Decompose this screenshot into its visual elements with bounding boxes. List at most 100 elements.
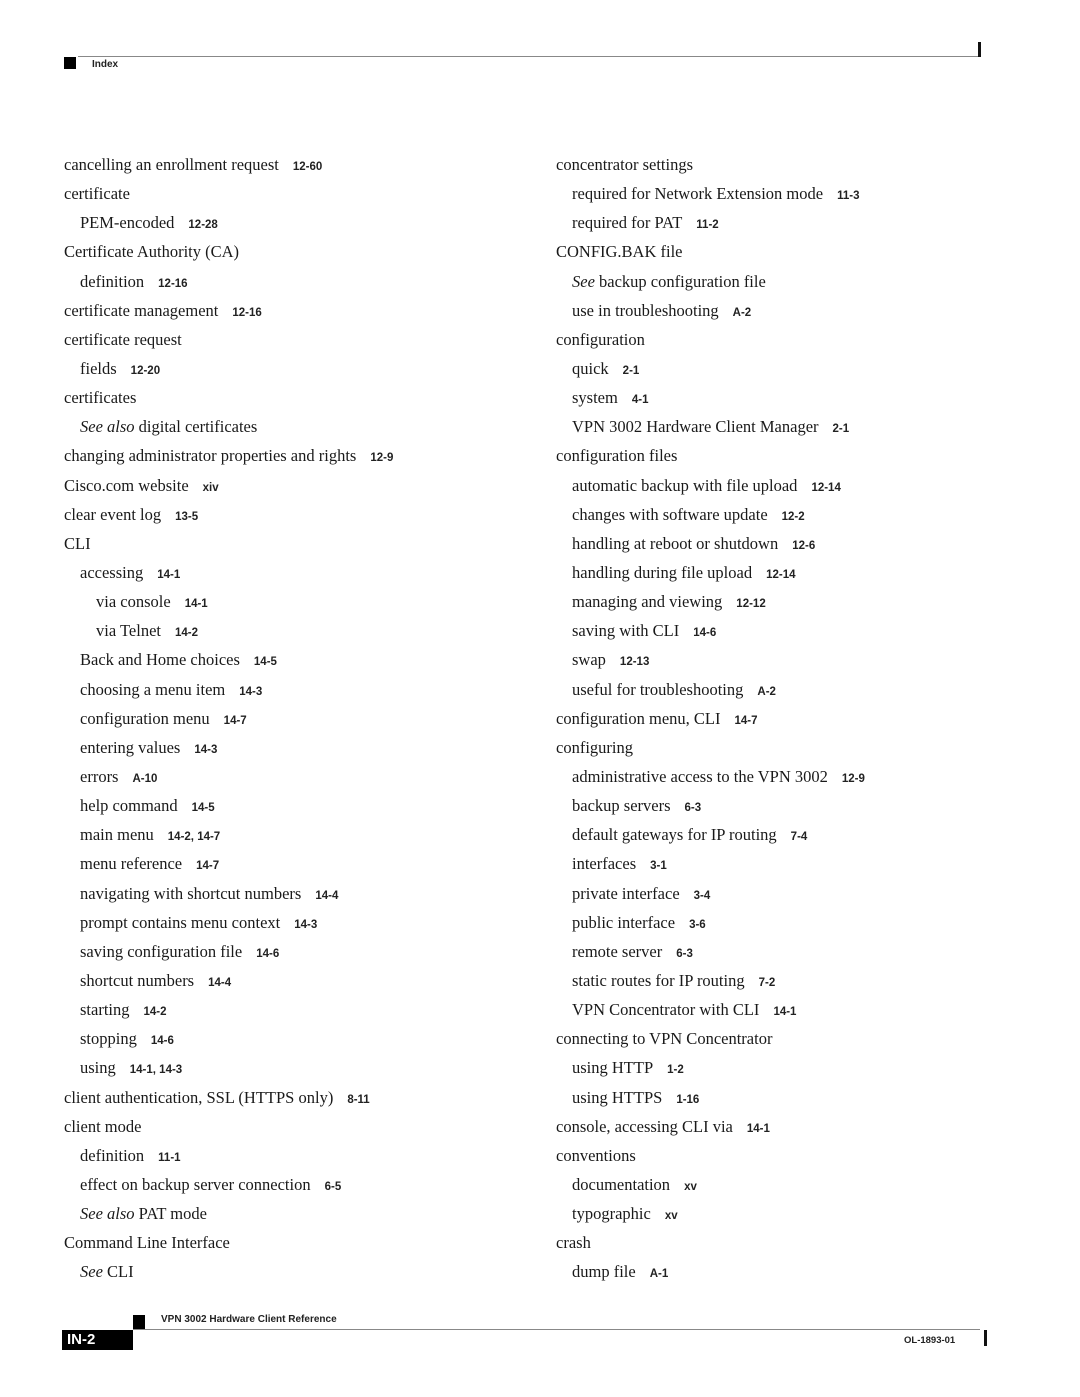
page-reference-link[interactable]: 14-7 (224, 715, 247, 727)
index-entry: quick 2-1 (556, 358, 1016, 387)
page-reference-link[interactable]: 14-2, 14-7 (168, 831, 220, 843)
page-reference-link[interactable]: 14-6 (256, 948, 279, 960)
page-reference-link[interactable]: 12-28 (188, 219, 217, 231)
page-reference-link[interactable]: 12-16 (158, 278, 187, 290)
cross-reference-label: See also (80, 1204, 135, 1224)
page-reference-link[interactable]: 14-7 (196, 860, 219, 872)
page-reference-link[interactable]: 14-1 (773, 1006, 796, 1018)
index-entry: required for PAT 11-2 (556, 212, 1016, 241)
entry-term: private interface (572, 883, 680, 903)
page-reference-link[interactable]: A-10 (132, 773, 157, 785)
page-reference-link[interactable]: 12-9 (842, 773, 865, 785)
index-entry: handling at reboot or shutdown 12-6 (556, 533, 1016, 562)
entry-term: using (80, 1058, 116, 1078)
page-reference-link[interactable]: 12-16 (232, 307, 261, 319)
page-reference-link[interactable]: 3-4 (694, 890, 711, 902)
entry-term: public interface (572, 912, 676, 932)
page-reference-link[interactable]: 2-1 (623, 365, 640, 377)
page-reference-link[interactable]: 14-7 (735, 715, 758, 727)
page-reference-link[interactable]: 14-1 (747, 1123, 770, 1135)
entry-term: static routes for IP routing (572, 970, 745, 990)
page-reference-link[interactable]: 14-3 (194, 744, 217, 756)
entry-term: accessing (80, 562, 144, 582)
page-reference-link[interactable]: 14-5 (254, 656, 277, 668)
page-reference-link[interactable]: 8-11 (347, 1094, 369, 1106)
page-reference-link[interactable]: 13-5 (175, 511, 198, 523)
page-reference-link[interactable]: 12-2 (782, 511, 805, 523)
index-entry: interfaces 3-1 (556, 853, 1016, 882)
page-reference-link[interactable]: 7-4 (791, 831, 808, 843)
index-entry: Back and Home choices 14-5 (64, 649, 534, 678)
page-reference-link[interactable]: 12-9 (370, 452, 393, 464)
page-reference-link[interactable]: 12-6 (792, 540, 815, 552)
page-reference-link[interactable]: 12-20 (131, 365, 160, 377)
page-reference-link[interactable]: 14-6 (693, 627, 716, 639)
index-entry: configuring (556, 737, 1016, 766)
index-entry: saving configuration file 14-6 (64, 941, 534, 970)
index-entry: handling during file upload 12-14 (556, 562, 1016, 591)
page-reference-link[interactable]: 14-3 (239, 686, 262, 698)
page-reference-link[interactable]: 6-5 (325, 1181, 342, 1193)
footer-rule (133, 1329, 980, 1330)
page-reference-link[interactable]: 14-2 (175, 627, 198, 639)
index-entry: remote server 6-3 (556, 941, 1016, 970)
page-reference-link[interactable]: 14-4 (208, 977, 231, 989)
entry-term: concentrator settings (556, 155, 693, 174)
page-reference-link[interactable]: 14-1, 14-3 (130, 1064, 182, 1076)
entry-term: useful for troubleshooting (572, 679, 744, 699)
page-reference-link[interactable]: 14-1 (185, 598, 208, 610)
index-entry: Command Line Interface (64, 1232, 534, 1261)
index-entry: client authentication, SSL (HTTPS only) 8… (64, 1087, 534, 1116)
entry-term: errors (80, 766, 119, 786)
page-reference-link[interactable]: 11-1 (158, 1152, 180, 1164)
index-entry: definition 11-1 (64, 1145, 534, 1174)
page-reference-link[interactable]: 1-2 (667, 1064, 684, 1076)
page-reference-link[interactable]: 14-5 (192, 802, 215, 814)
page-reference-link[interactable]: 7-2 (759, 977, 776, 989)
entry-term: digital certificates (134, 417, 258, 437)
page-reference-link[interactable]: 6-3 (685, 802, 702, 814)
page-reference-link[interactable]: 14-2 (144, 1006, 167, 1018)
index-entry: console, accessing CLI via 14-1 (556, 1116, 1016, 1145)
entry-term: CLI (102, 1262, 134, 1282)
page-reference-link[interactable]: 12-14 (811, 482, 840, 494)
page-reference-link[interactable]: 1-16 (676, 1094, 699, 1106)
index-entry: errors A-10 (64, 766, 534, 795)
page-reference-link[interactable]: 14-1 (157, 569, 180, 581)
page-reference-link[interactable]: 14-3 (294, 919, 317, 931)
index-entry: stopping 14-6 (64, 1028, 534, 1057)
page-reference-link[interactable]: A-2 (757, 686, 776, 698)
page-reference-link[interactable]: 12-12 (736, 598, 765, 610)
entry-term: Command Line Interface (64, 1233, 230, 1253)
page-reference-link[interactable]: 3-1 (650, 860, 667, 872)
index-entry: client mode (64, 1116, 534, 1145)
entry-term: stopping (80, 1029, 137, 1049)
page-reference-link[interactable]: 12-60 (293, 161, 322, 173)
page-reference-link[interactable]: 12-13 (620, 656, 649, 668)
index-column-right: concentrator settings required for Networ… (556, 154, 1016, 1290)
page-reference-link[interactable]: 6-3 (676, 948, 693, 960)
page-reference-link[interactable]: xv (665, 1210, 678, 1222)
page-reference-link[interactable]: 4-1 (632, 394, 649, 406)
entry-term: PEM-encoded (80, 213, 175, 233)
page-reference-link[interactable]: 2-1 (833, 423, 850, 435)
index-entry: private interface 3-4 (556, 883, 1016, 912)
page-reference-link[interactable]: A-2 (733, 307, 752, 319)
page-reference-link[interactable]: A-1 (650, 1268, 669, 1280)
page-reference-link[interactable]: 3-6 (689, 919, 706, 931)
entry-term: administrative access to the VPN 3002 (572, 766, 828, 786)
page-reference-link[interactable]: 11-3 (837, 190, 859, 202)
index-entry: fields 12-20 (64, 358, 534, 387)
page-reference-link[interactable]: 11-2 (696, 219, 718, 231)
index-entry: See backup configuration file (556, 271, 1016, 300)
page-reference-link[interactable]: 12-14 (766, 569, 795, 581)
index-entry: entering values 14-3 (64, 737, 534, 766)
index-entry: configuration files (556, 445, 1016, 474)
index-entry: certificate (64, 183, 534, 212)
entry-term: VPN Concentrator with CLI (572, 1000, 760, 1020)
page-reference-link[interactable]: xiv (203, 482, 219, 494)
index-entry: backup servers 6-3 (556, 795, 1016, 824)
page-reference-link[interactable]: 14-4 (315, 890, 338, 902)
page-reference-link[interactable]: xv (684, 1181, 697, 1193)
page-reference-link[interactable]: 14-6 (151, 1035, 174, 1047)
